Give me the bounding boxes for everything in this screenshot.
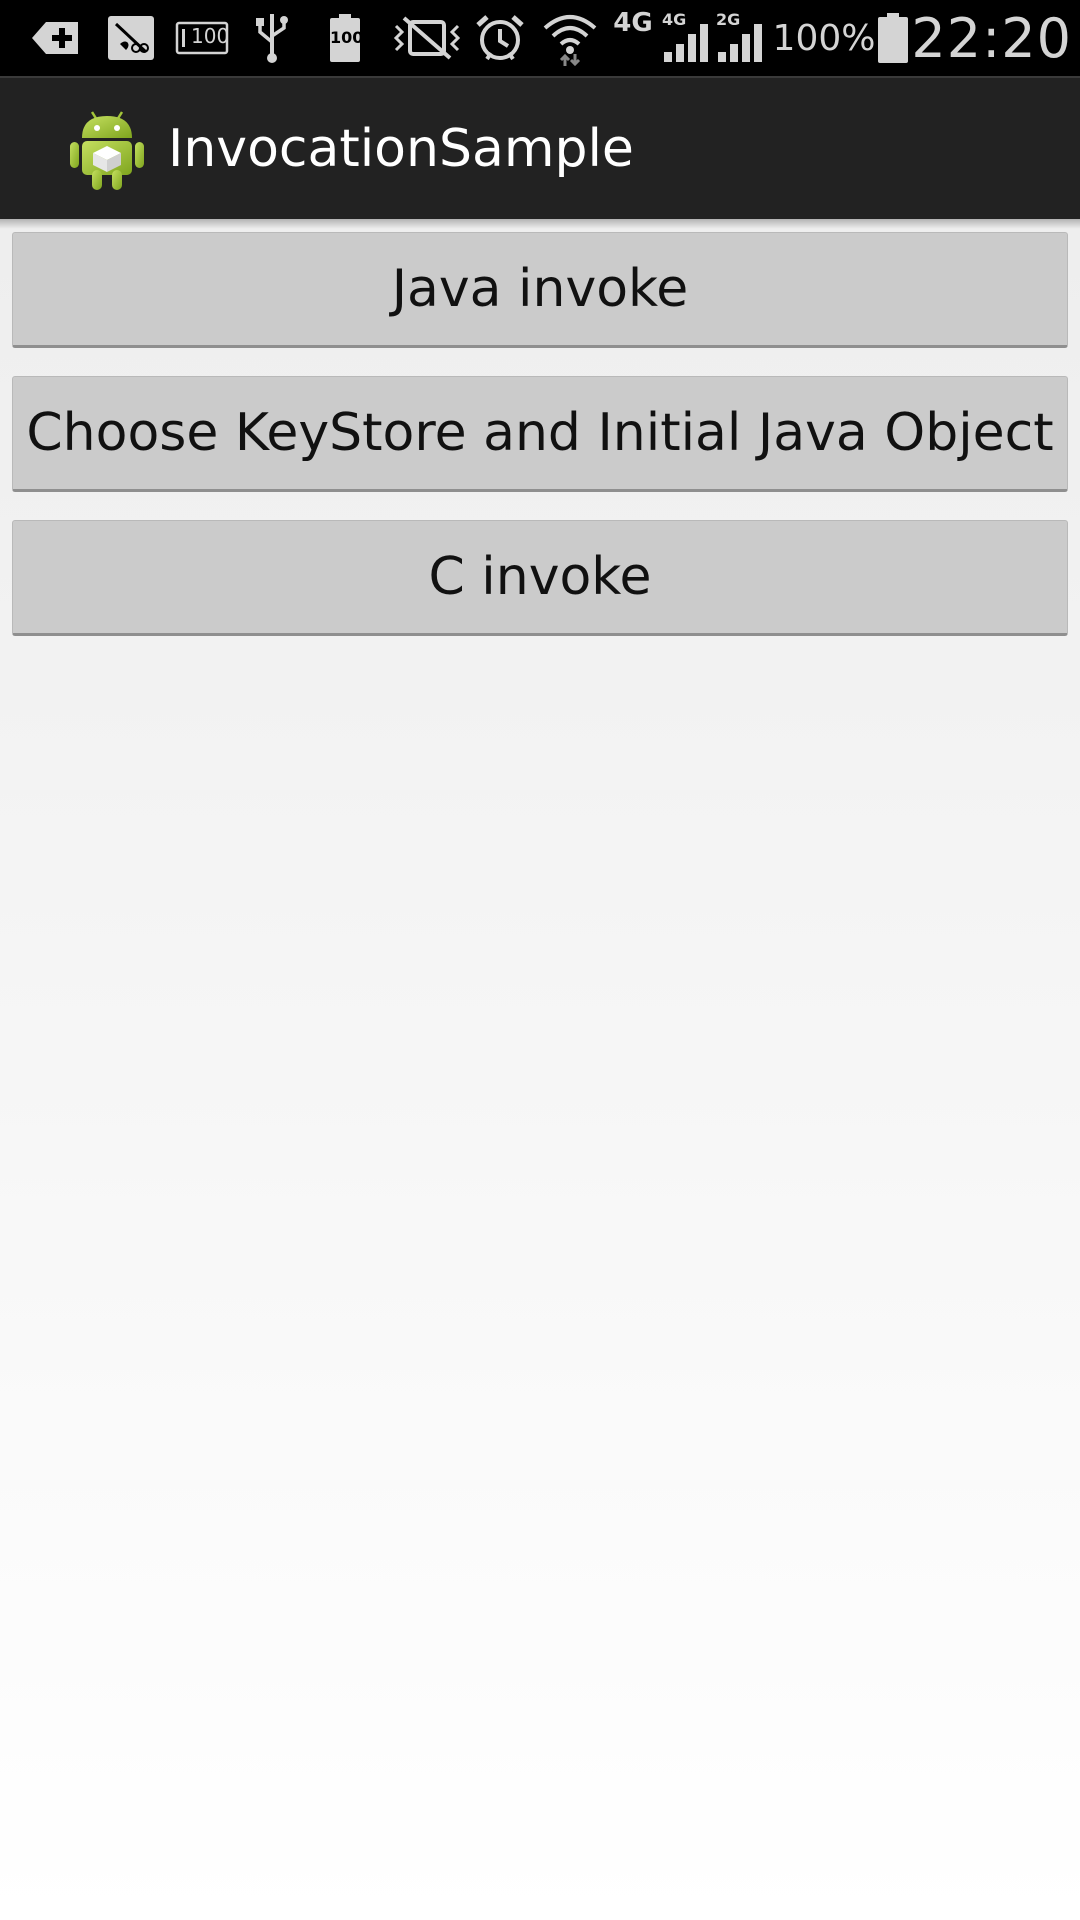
app-title: InvocationSample <box>168 119 634 179</box>
clock: 22:20 <box>911 0 1072 76</box>
sim1-label: 4G <box>662 10 687 29</box>
clock-label: 22:20 <box>911 6 1072 70</box>
usb-icon <box>252 0 292 76</box>
alarm-icon <box>474 0 526 76</box>
battery-icon <box>874 0 912 76</box>
network-type: 4G <box>610 0 656 76</box>
signal-4g-icon: 4G <box>662 0 714 76</box>
action-bar-shadow <box>0 219 1080 229</box>
wifi-icon <box>540 0 600 76</box>
battery-percentage: 100% <box>773 0 876 76</box>
choose-keystore-button[interactable]: Choose KeyStore and Initial Java Object <box>12 376 1068 492</box>
sim2-label: 2G <box>716 10 741 29</box>
battery-percentage-label: 100% <box>772 17 876 59</box>
java-invoke-button[interactable]: Java invoke <box>12 232 1068 348</box>
screenshot-icon <box>104 0 158 76</box>
storage-100-icon: 100 <box>174 0 230 76</box>
android-app-icon[interactable] <box>68 106 146 192</box>
signal-2g-icon: 2G <box>716 0 768 76</box>
storage-100-label: 100 <box>191 24 230 48</box>
add-notification-icon <box>28 0 84 76</box>
network-type-label: 4G <box>613 8 653 38</box>
battery-100-label: 100 <box>330 28 364 47</box>
action-bar: InvocationSample <box>0 76 1080 219</box>
status-bar: 100 100 4G 4G 2G 100% 22:20 <box>0 0 1080 76</box>
mute-vibrate-icon <box>392 0 462 76</box>
battery-100-icon: 100 <box>326 0 364 76</box>
c-invoke-button[interactable]: C invoke <box>12 520 1068 636</box>
